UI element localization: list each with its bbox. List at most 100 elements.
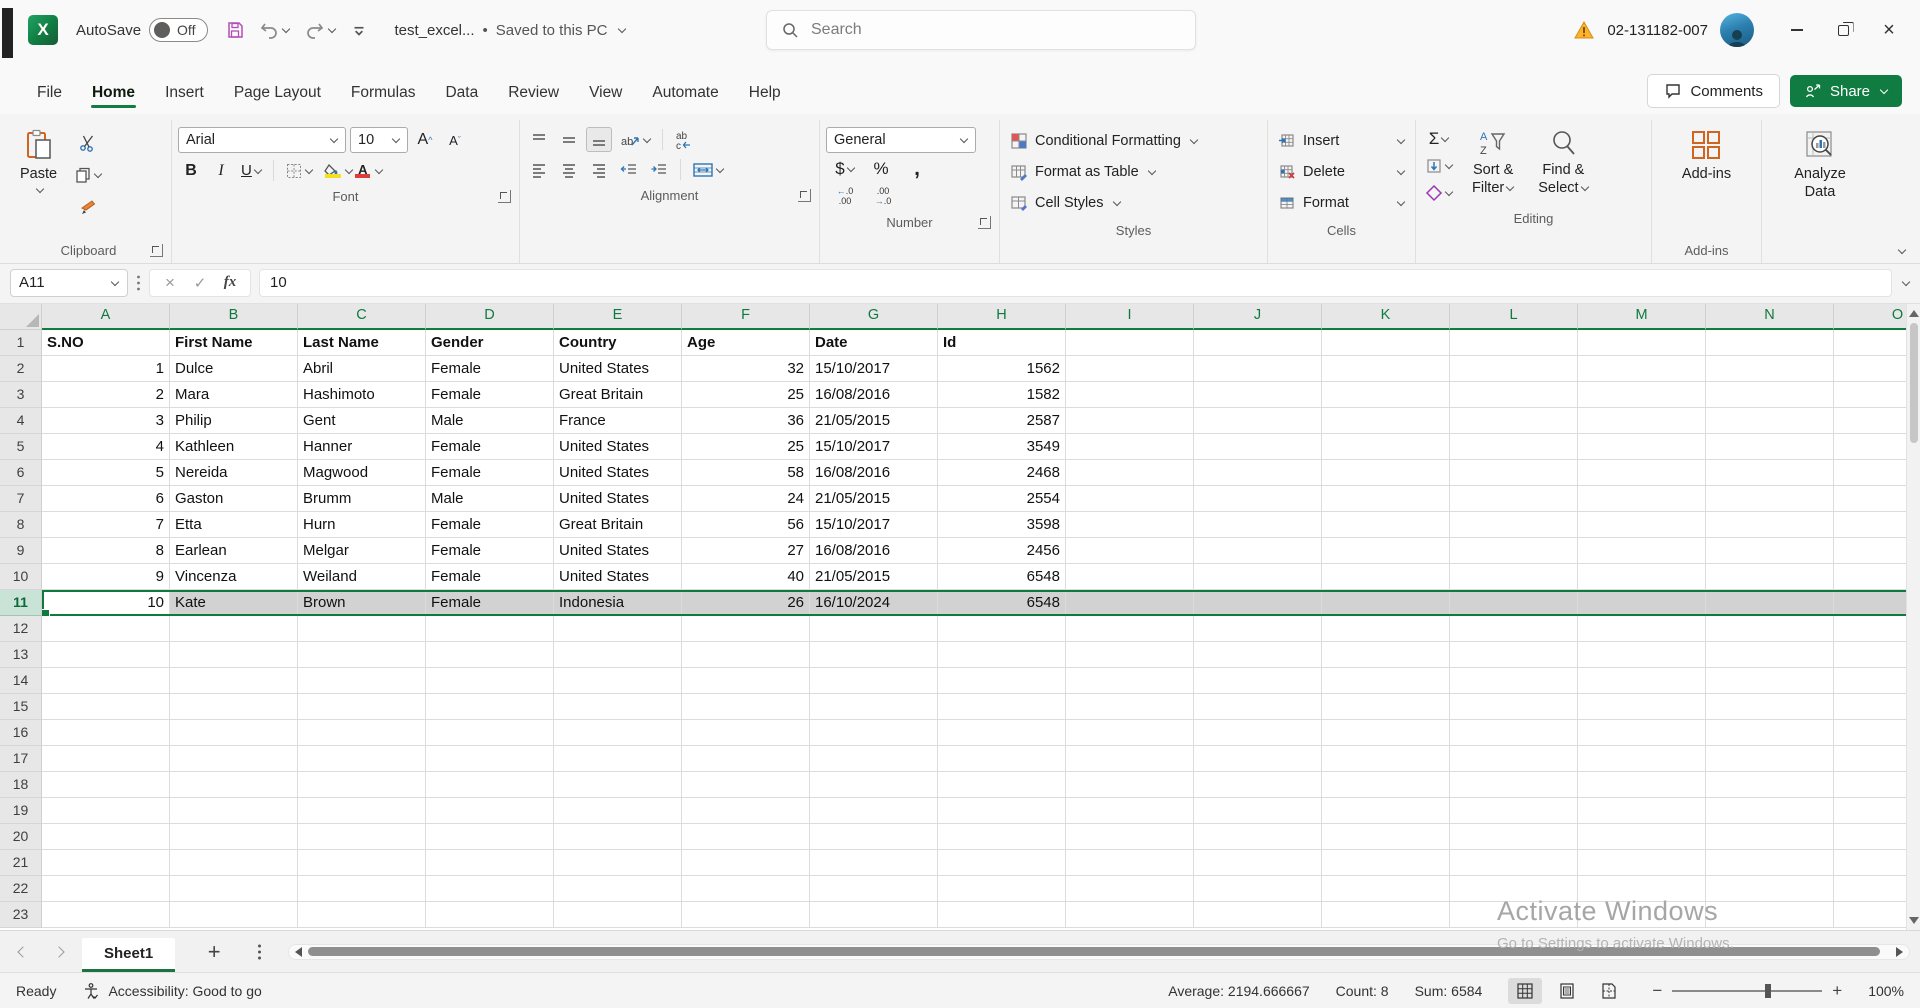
cell-J14[interactable] [1194, 668, 1322, 694]
column-header-G[interactable]: G [810, 304, 938, 330]
cell-A10[interactable]: 9 [42, 564, 170, 590]
tab-formulas[interactable]: Formulas [338, 76, 429, 114]
cell-I1[interactable] [1066, 330, 1194, 356]
close-button[interactable]: × [1866, 10, 1912, 50]
cell-E10[interactable]: United States [554, 564, 682, 590]
cell-D5[interactable]: Female [426, 434, 554, 460]
cell-B22[interactable] [170, 876, 298, 902]
cell-L22[interactable] [1450, 876, 1578, 902]
cell-J2[interactable] [1194, 356, 1322, 382]
cell-L20[interactable] [1450, 824, 1578, 850]
align-middle-button[interactable] [556, 127, 582, 152]
row-header-18[interactable]: 18 [0, 772, 42, 798]
cell-I18[interactable] [1066, 772, 1194, 798]
cell-B17[interactable] [170, 746, 298, 772]
search-input[interactable] [811, 21, 1181, 39]
cell-styles-button[interactable]: Cell Styles [1006, 188, 1261, 217]
cell-J8[interactable] [1194, 512, 1322, 538]
cell-K20[interactable] [1322, 824, 1450, 850]
scroll-up-icon[interactable] [1909, 310, 1919, 317]
cell-A9[interactable]: 8 [42, 538, 170, 564]
cell-C4[interactable]: Gent [298, 408, 426, 434]
cell-N7[interactable] [1706, 486, 1834, 512]
font-dialog-launcher-icon[interactable] [498, 190, 511, 203]
cell-L18[interactable] [1450, 772, 1578, 798]
cell-M12[interactable] [1578, 616, 1706, 642]
cell-F12[interactable] [682, 616, 810, 642]
avatar[interactable] [1720, 13, 1754, 47]
horizontal-scrollbar[interactable] [288, 944, 1910, 960]
normal-view-button[interactable] [1508, 978, 1542, 1004]
cell-K15[interactable] [1322, 694, 1450, 720]
cell-E23[interactable] [554, 902, 682, 928]
cell-B15[interactable] [170, 694, 298, 720]
zoom-in-button[interactable]: + [1832, 981, 1842, 1001]
cell-K8[interactable] [1322, 512, 1450, 538]
cut-button[interactable] [71, 130, 105, 155]
cell-D1[interactable]: Gender [426, 330, 554, 356]
align-bottom-button[interactable] [586, 127, 612, 152]
search-bar[interactable] [766, 10, 1196, 50]
column-header-B[interactable]: B [170, 304, 298, 330]
cell-D17[interactable] [426, 746, 554, 772]
cell-C18[interactable] [298, 772, 426, 798]
cell-A8[interactable]: 7 [42, 512, 170, 538]
font-name-combo[interactable]: Arial [178, 127, 346, 153]
cell-F13[interactable] [682, 642, 810, 668]
tab-file[interactable]: File [24, 76, 75, 114]
row-header-14[interactable]: 14 [0, 668, 42, 694]
cell-N2[interactable] [1706, 356, 1834, 382]
cell-L9[interactable] [1450, 538, 1578, 564]
orientation-dropdown-icon[interactable] [643, 134, 651, 142]
column-header-J[interactable]: J [1194, 304, 1322, 330]
cell-M4[interactable] [1578, 408, 1706, 434]
cell-M20[interactable] [1578, 824, 1706, 850]
cell-E2[interactable]: United States [554, 356, 682, 382]
row-header-3[interactable]: 3 [0, 382, 42, 408]
merge-dropdown-icon[interactable] [716, 164, 724, 172]
restore-button[interactable] [1820, 10, 1866, 50]
wrap-text-button[interactable]: abc [671, 127, 699, 152]
cell-E14[interactable] [554, 668, 682, 694]
column-header-E[interactable]: E [554, 304, 682, 330]
cell-B13[interactable] [170, 642, 298, 668]
cell-E22[interactable] [554, 876, 682, 902]
cell-G23[interactable] [810, 902, 938, 928]
account-area[interactable]: 02-131182-007 [1573, 13, 1754, 47]
row-header-22[interactable]: 22 [0, 876, 42, 902]
autosum-button[interactable]: Σ [1422, 126, 1456, 151]
font-color-button[interactable]: A [350, 158, 376, 183]
cell-I12[interactable] [1066, 616, 1194, 642]
paste-dropdown-icon[interactable] [35, 185, 43, 193]
cell-B4[interactable]: Philip [170, 408, 298, 434]
tab-review[interactable]: Review [495, 76, 572, 114]
cell-M16[interactable] [1578, 720, 1706, 746]
column-header-K[interactable]: K [1322, 304, 1450, 330]
cell-C3[interactable]: Hashimoto [298, 382, 426, 408]
cell-A6[interactable]: 5 [42, 460, 170, 486]
underline-dropdown-icon[interactable] [254, 165, 262, 173]
name-box[interactable]: A11 [10, 269, 128, 297]
cell-F2[interactable]: 32 [682, 356, 810, 382]
decrease-decimal-button[interactable]: .00→.0 [870, 184, 896, 209]
underline-button[interactable]: U [238, 158, 265, 183]
cell-M21[interactable] [1578, 850, 1706, 876]
cell-M1[interactable] [1578, 330, 1706, 356]
cell-I14[interactable] [1066, 668, 1194, 694]
cell-C21[interactable] [298, 850, 426, 876]
cell-B20[interactable] [170, 824, 298, 850]
increase-indent-button[interactable] [646, 157, 672, 182]
cell-C13[interactable] [298, 642, 426, 668]
cell-K4[interactable] [1322, 408, 1450, 434]
cell-G18[interactable] [810, 772, 938, 798]
cell-H5[interactable]: 3549 [938, 434, 1066, 460]
cell-H19[interactable] [938, 798, 1066, 824]
cell-L2[interactable] [1450, 356, 1578, 382]
prev-sheet-button[interactable] [10, 939, 36, 965]
cell-G6[interactable]: 16/08/2016 [810, 460, 938, 486]
cell-D11[interactable]: Female [426, 590, 554, 616]
cell-L5[interactable] [1450, 434, 1578, 460]
cell-L7[interactable] [1450, 486, 1578, 512]
clear-dropdown-icon[interactable] [1445, 187, 1453, 195]
cell-D14[interactable] [426, 668, 554, 694]
